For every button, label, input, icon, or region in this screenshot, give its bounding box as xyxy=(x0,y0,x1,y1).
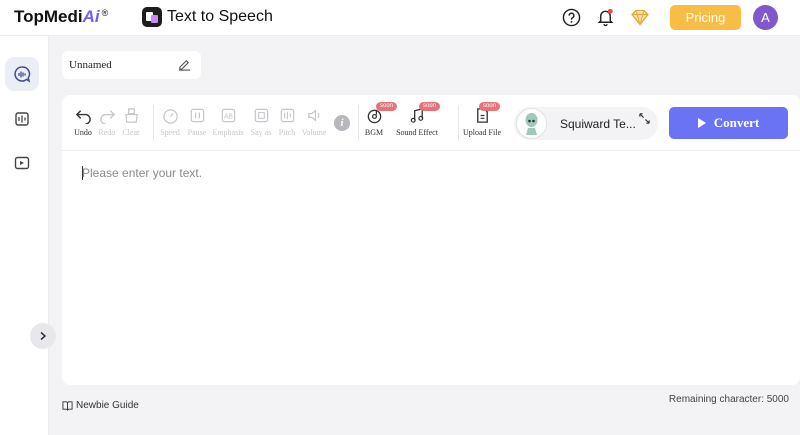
video-icon xyxy=(14,156,30,170)
volume-icon xyxy=(307,109,319,122)
project-name-box[interactable]: Unnamed xyxy=(62,51,201,79)
text-cursor xyxy=(82,166,83,180)
notification-bell-icon[interactable] xyxy=(596,7,615,27)
app-title: Text to Speech xyxy=(167,8,273,25)
play-icon xyxy=(697,118,706,128)
brand-ai: Ai xyxy=(82,7,100,26)
soon-badge: soon xyxy=(479,102,501,111)
toolbar-divider xyxy=(458,105,459,141)
voice-selector[interactable]: Squiward Te... xyxy=(514,107,658,140)
clear-broom-icon xyxy=(124,108,138,123)
volume-button[interactable]: Volume xyxy=(296,107,332,137)
sound-effect-label: Sound Effect xyxy=(396,128,438,137)
text-input[interactable] xyxy=(82,166,782,366)
clear-label: Clear xyxy=(122,128,140,137)
convert-button[interactable]: Convert xyxy=(669,107,788,139)
sound-effect-button[interactable]: Sound Effect xyxy=(396,107,438,137)
registered-mark: ® xyxy=(101,8,109,18)
help-icon[interactable] xyxy=(562,8,581,27)
chevron-right-icon xyxy=(40,331,47,341)
sidebar-expand-button[interactable] xyxy=(30,323,56,349)
speed-icon xyxy=(162,109,178,124)
voice-name: Squiward Te... xyxy=(560,117,636,131)
pitch-label: Pitch xyxy=(278,128,296,137)
sidebar xyxy=(0,36,56,435)
soon-badge: soon xyxy=(419,102,441,111)
project-name: Unnamed xyxy=(69,59,112,71)
premium-gem-icon[interactable] xyxy=(629,8,651,27)
brand-logo[interactable]: TopMedi Ai ® xyxy=(14,7,108,27)
tts-app-icon xyxy=(142,7,162,27)
sidebar-item-text-to-speech[interactable] xyxy=(5,57,39,91)
svg-text:AB: AB xyxy=(223,112,233,120)
upload-file-button[interactable]: Upload File xyxy=(463,107,501,137)
clear-button[interactable]: Clear xyxy=(113,107,149,137)
sidebar-item-audio[interactable] xyxy=(5,102,39,136)
brand-name: TopMedi xyxy=(14,7,83,26)
pause-icon xyxy=(190,108,204,123)
editor-toolbar: Undo Redo Clear Speed Pause AB Emphasis … xyxy=(62,95,800,151)
pitch-icon xyxy=(280,108,294,123)
squidward-avatar-icon xyxy=(525,113,538,135)
convert-label: Convert xyxy=(713,115,760,130)
upload-file-label: Upload File xyxy=(463,128,501,137)
audio-file-icon xyxy=(15,112,29,126)
info-icon[interactable]: i xyxy=(334,115,350,131)
speed-label: Speed xyxy=(160,128,180,137)
voice-bubble-icon xyxy=(14,66,31,83)
bgm-button[interactable]: BGM xyxy=(356,107,392,137)
soon-badge: soon xyxy=(376,102,398,111)
emphasis-label: Emphasis xyxy=(212,128,244,137)
bgm-label: BGM xyxy=(364,128,384,137)
user-avatar[interactable]: A xyxy=(753,5,778,30)
edit-pencil-icon[interactable] xyxy=(178,58,191,71)
volume-label: Volume xyxy=(301,128,327,137)
pause-label: Pause xyxy=(187,128,207,137)
newbie-guide-link[interactable]: Newbie Guide xyxy=(62,400,139,411)
emphasis-button[interactable]: AB Emphasis xyxy=(210,107,246,137)
pricing-button[interactable]: Pricing xyxy=(670,5,741,30)
text-editor-panel: Undo Redo Clear Speed Pause AB Emphasis … xyxy=(62,95,800,385)
expand-arrows-icon[interactable] xyxy=(638,112,651,125)
newbie-guide-label: Newbie Guide xyxy=(76,400,139,411)
remaining-characters: Remaining character: 5000 xyxy=(668,394,789,405)
book-icon xyxy=(62,401,73,411)
emphasis-icon: AB xyxy=(221,108,235,123)
say-as-icon xyxy=(254,108,268,123)
top-bar: TopMedi Ai ® Text to Speech Pricing A xyxy=(0,0,800,36)
voice-avatar xyxy=(516,108,547,139)
sidebar-item-video[interactable] xyxy=(5,146,39,180)
